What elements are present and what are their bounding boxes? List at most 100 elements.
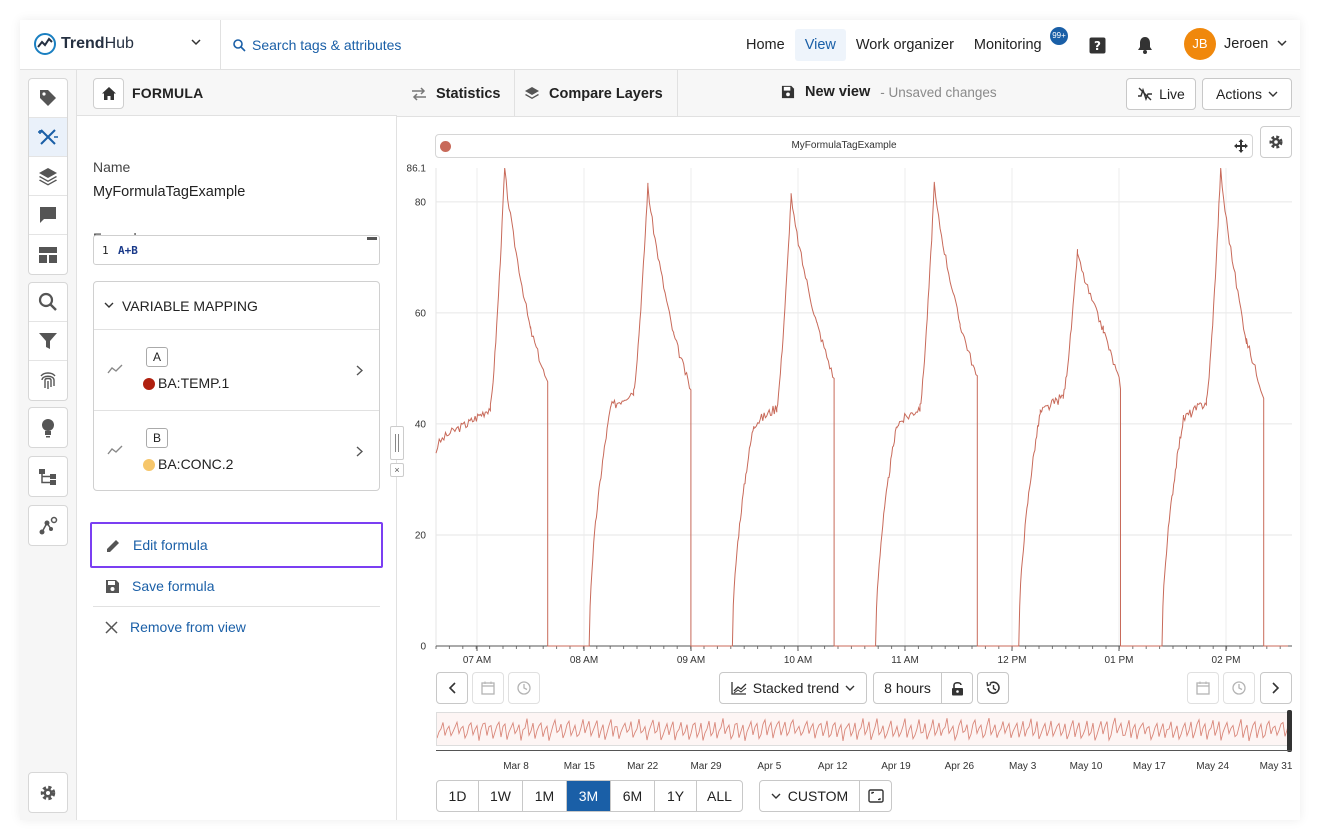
history-button[interactable]	[977, 672, 1009, 704]
rail-search-button[interactable]	[29, 283, 67, 322]
gear-icon	[1269, 135, 1283, 149]
edit-formula-button[interactable]: Edit formula	[90, 522, 383, 568]
next-period-button[interactable]	[1260, 672, 1292, 704]
rail-layers-button[interactable]	[29, 157, 67, 196]
dashboard-icon	[39, 246, 57, 263]
tab-compare-layers[interactable]: Compare Layers	[510, 70, 678, 117]
view-name[interactable]: New view	[805, 84, 870, 100]
avatar[interactable]: JB	[1184, 28, 1216, 60]
rail-group-network	[28, 505, 68, 546]
search-label: Search tags & attributes	[252, 37, 402, 53]
actions-label: Actions	[1216, 86, 1262, 102]
chevron-down-icon[interactable]	[190, 38, 202, 46]
rail-formula-button[interactable]	[29, 118, 67, 157]
trend-line-icon	[107, 364, 123, 374]
range-1m-button[interactable]: 1M	[523, 781, 567, 811]
zoom-fit-button[interactable]	[860, 781, 891, 811]
variable-row-a[interactable]: A BA:TEMP.1	[94, 330, 379, 411]
end-time-button[interactable]	[1223, 672, 1255, 704]
close-icon	[105, 620, 118, 634]
chevron-down-icon[interactable]	[1276, 39, 1288, 47]
range-6m-button[interactable]: 6M	[611, 781, 655, 811]
notifications-button[interactable]	[1135, 35, 1155, 55]
rail-filter-button[interactable]	[29, 322, 67, 361]
rail-group-hierarchy	[28, 456, 68, 497]
x-tick-label: 02 PM	[1212, 655, 1241, 666]
user-name[interactable]: Jeroen	[1224, 36, 1268, 52]
range-3m-button[interactable]: 3M	[567, 781, 611, 811]
nav-home[interactable]: Home	[736, 29, 795, 61]
edit-formula-label: Edit formula	[133, 537, 208, 553]
end-date-button[interactable]	[1187, 672, 1219, 704]
variable-tag: BA:TEMP.1	[158, 375, 230, 391]
navigator-handle[interactable]	[1287, 710, 1292, 752]
custom-range-button[interactable]: CUSTOM	[760, 781, 860, 811]
range-1d-button[interactable]: 1D	[437, 781, 479, 811]
chevron-down-icon	[845, 685, 855, 691]
pencil-icon	[107, 539, 119, 552]
rail-tags-button[interactable]	[29, 79, 67, 118]
variable-mapping-header[interactable]: VARIABLE MAPPING	[94, 282, 379, 330]
range-1w-button[interactable]: 1W	[479, 781, 523, 811]
series-name: MyFormulaTagExample	[791, 140, 897, 151]
brand-logo[interactable]: TrendHub	[34, 33, 134, 55]
range-all-button[interactable]: ALL	[697, 781, 742, 811]
rail-group-primary	[28, 78, 68, 275]
rail-hierarchy-button[interactable]	[29, 457, 67, 496]
rail-insights-button[interactable]	[29, 408, 67, 447]
save-formula-button[interactable]: Save formula	[93, 566, 380, 606]
search-icon	[38, 292, 57, 311]
start-time-button[interactable]	[508, 672, 540, 704]
navigator-date-label: May 17	[1132, 761, 1166, 772]
range-selector: 1D 1W 1M 3M 6M 1Y ALL	[436, 780, 743, 812]
start-date-button[interactable]	[472, 672, 504, 704]
save-icon[interactable]	[781, 85, 795, 99]
home-button[interactable]	[93, 78, 124, 109]
lock-duration-button[interactable]	[942, 673, 972, 703]
navigator-date-label: May 31	[1259, 761, 1293, 772]
move-icon[interactable]	[1234, 139, 1248, 153]
series-legend[interactable]: MyFormulaTagExample	[435, 134, 1253, 158]
trend-line-icon	[107, 445, 123, 455]
view-title: New view - Unsaved changes	[781, 84, 997, 100]
layers-icon	[39, 168, 57, 186]
nav-monitoring[interactable]: Monitoring	[964, 29, 1052, 61]
remove-from-view-button[interactable]: Remove from view	[93, 607, 380, 647]
rail-network-button[interactable]	[29, 506, 67, 545]
duration-value[interactable]: 8 hours	[874, 673, 942, 703]
previous-period-button[interactable]	[436, 672, 468, 704]
name-label: Name	[93, 159, 131, 175]
x-tick-label: 12 PM	[998, 655, 1027, 666]
range-1y-button[interactable]: 1Y	[655, 781, 697, 811]
help-button[interactable]: ?	[1087, 35, 1107, 55]
monitoring-badge: 99+	[1050, 27, 1068, 45]
nav-view[interactable]: View	[794, 29, 846, 61]
x-tick-label: 11 AM	[891, 655, 919, 666]
layers-icon	[525, 86, 539, 99]
tab-statistics-label: Statistics	[436, 85, 501, 102]
actions-button[interactable]: Actions	[1202, 78, 1292, 110]
calendar-icon	[481, 681, 495, 695]
formula-expression: A+B	[118, 244, 138, 257]
editor-scrollbar[interactable]	[367, 237, 377, 240]
rail-settings-button[interactable]	[29, 773, 67, 812]
trend-mode-select[interactable]: Stacked trend	[719, 672, 867, 704]
live-button[interactable]: Live	[1126, 78, 1196, 110]
navigator-overview[interactable]	[436, 712, 1292, 746]
y-tick-label: 86.1	[407, 164, 427, 175]
chart-settings-button[interactable]	[1260, 126, 1292, 158]
live-off-icon	[1138, 87, 1153, 101]
trend-chart[interactable]: 0 20 40 60 80 86.1 07 AM 08 AM 09 AM 10 AM 11 AM 12…	[397, 158, 1300, 670]
nav-work-organizer[interactable]: Work organizer	[846, 29, 964, 61]
line-number: 1	[102, 244, 109, 257]
variable-letter: A	[146, 347, 168, 367]
variable-row-b[interactable]: B BA:CONC.2	[94, 411, 379, 492]
tab-statistics[interactable]: Statistics	[397, 70, 516, 117]
search-tags-button[interactable]: Search tags & attributes	[233, 37, 401, 53]
rail-dashboard-button[interactable]	[29, 235, 67, 274]
rail-fingerprint-button[interactable]	[29, 361, 67, 400]
rail-comments-button[interactable]	[29, 196, 67, 235]
hierarchy-icon	[39, 468, 56, 485]
formula-name-value[interactable]: MyFormulaTagExample	[93, 184, 245, 200]
formula-editor[interactable]: 1 A+B	[93, 235, 380, 265]
